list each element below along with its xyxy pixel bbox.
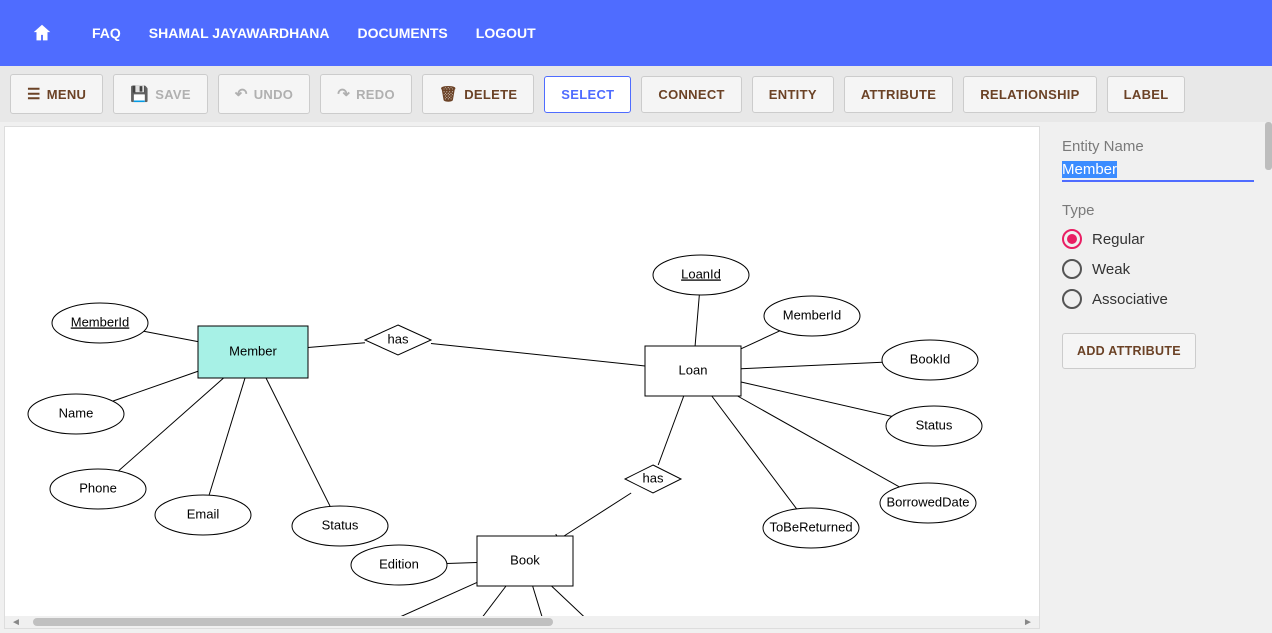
radio-icon — [1062, 289, 1082, 309]
attribute-label: MemberId — [71, 314, 130, 329]
undo-icon: ↶ — [235, 85, 248, 103]
entity-name-input[interactable]: Member — [1062, 159, 1254, 182]
scroll-track[interactable] — [23, 616, 1021, 628]
entity-name-value: Member — [1062, 161, 1117, 178]
attribute-label: Edition — [379, 556, 419, 571]
attribute-connector — [738, 396, 900, 487]
scroll-left-arrow[interactable]: ◄ — [9, 617, 23, 628]
save-button: 💾 SAVE — [113, 74, 208, 114]
type-option-regular[interactable]: Regular — [1062, 229, 1254, 249]
attribute-label: BookId — [910, 351, 950, 366]
label-tool-button[interactable]: LABEL — [1107, 76, 1186, 113]
redo-button: ↷ REDO — [320, 74, 412, 114]
home-icon — [31, 22, 53, 44]
trash-icon: 🗑 — [439, 85, 458, 103]
type-option-associative[interactable]: Associative — [1062, 289, 1254, 309]
diagram-canvas[interactable]: Member Loan Book has has MemberId Name Phone Ema… — [4, 126, 1040, 629]
entity-label: Member — [229, 343, 277, 358]
horizontal-scrollbar[interactable]: ◄ ► — [5, 616, 1039, 628]
attribute-label: Phone — [79, 480, 117, 495]
attribute-connector — [118, 378, 223, 471]
attribute-connector — [144, 331, 198, 341]
radio-icon — [1062, 229, 1082, 249]
relationship-connector — [658, 396, 684, 465]
delete-button[interactable]: 🗑 DELETE — [422, 74, 534, 114]
toolbar: ☰ MENU 💾 SAVE ↶ UNDO ↷ REDO 🗑 DELETE SELECT C… — [0, 66, 1272, 122]
type-option-weak[interactable]: Weak — [1062, 259, 1254, 279]
scroll-thumb[interactable] — [33, 618, 553, 626]
type-label: Type — [1062, 202, 1254, 219]
attribute-connector — [447, 563, 477, 564]
relationship-connector — [431, 343, 645, 365]
save-icon: 💾 — [130, 85, 149, 103]
nav-link-user[interactable]: SHAMAL JAYAWARDHANA — [149, 25, 330, 41]
nav-link-faq[interactable]: FAQ — [92, 25, 121, 41]
delete-label: DELETE — [464, 87, 517, 102]
label-label: LABEL — [1124, 87, 1169, 102]
redo-icon: ↷ — [337, 85, 350, 103]
connect-label: CONNECT — [658, 87, 724, 102]
save-label: SAVE — [155, 87, 191, 102]
attribute-connector — [266, 378, 330, 506]
type-option-label: Regular — [1092, 231, 1145, 248]
attribute-connector — [113, 371, 198, 401]
relationship-label: has — [388, 331, 409, 346]
attribute-connector — [695, 295, 699, 346]
main-area: Member Loan Book has has MemberId Name Phone Ema… — [0, 122, 1272, 633]
attribute-label: Status — [322, 517, 359, 532]
attribute-connector — [209, 378, 245, 495]
entity-name-label: Entity Name — [1062, 138, 1254, 155]
home-button[interactable] — [20, 11, 64, 55]
attribute-label: MemberId — [783, 307, 842, 322]
nav-link-logout[interactable]: LOGOUT — [476, 25, 536, 41]
top-nav: FAQ SHAMAL JAYAWARDHANA DOCUMENTS LOGOUT — [0, 0, 1272, 66]
undo-button: ↶ UNDO — [218, 74, 310, 114]
select-tool-button[interactable]: SELECT — [544, 76, 631, 113]
relationship-tool-button[interactable]: RELATIONSHIP — [963, 76, 1096, 113]
menu-icon: ☰ — [27, 85, 41, 103]
nav-link-documents[interactable]: DOCUMENTS — [358, 25, 448, 41]
undo-label: UNDO — [254, 87, 293, 102]
attribute-label: Email — [187, 506, 220, 521]
menu-label: MENU — [47, 87, 86, 102]
er-diagram-svg: Member Loan Book has has MemberId Name Phone Ema… — [5, 127, 1035, 629]
properties-panel: Entity Name Member Type Regular Weak Ass… — [1044, 122, 1272, 633]
relationship-label: RELATIONSHIP — [980, 87, 1079, 102]
attribute-connector — [741, 362, 882, 369]
attribute-label: Status — [916, 417, 953, 432]
radio-icon — [1062, 259, 1082, 279]
attribute-connector — [712, 396, 797, 509]
add-attribute-button[interactable]: ADD ATTRIBUTE — [1062, 333, 1196, 369]
redo-label: REDO — [356, 87, 395, 102]
attribute-label: LoanId — [681, 266, 721, 281]
menu-button[interactable]: ☰ MENU — [10, 74, 103, 114]
attribute-connector — [741, 331, 780, 349]
entity-tool-button[interactable]: ENTITY — [752, 76, 834, 113]
relationship-connector — [308, 343, 365, 348]
entity-label: Loan — [679, 362, 708, 377]
attribute-label: ATTRIBUTE — [861, 87, 936, 102]
relationship-label: has — [643, 470, 664, 485]
type-option-label: Weak — [1092, 261, 1130, 278]
scroll-right-arrow[interactable]: ► — [1021, 617, 1035, 628]
attribute-tool-button[interactable]: ATTRIBUTE — [844, 76, 953, 113]
attribute-label: Name — [59, 405, 94, 420]
entity-label: ENTITY — [769, 87, 817, 102]
panel-scroll-thumb[interactable] — [1265, 122, 1272, 170]
connect-tool-button[interactable]: CONNECT — [641, 76, 741, 113]
type-option-label: Associative — [1092, 291, 1168, 308]
entity-label: Book — [510, 552, 540, 567]
select-label: SELECT — [561, 87, 614, 102]
relationship-connector — [564, 493, 631, 536]
attribute-label: ToBeReturned — [769, 519, 852, 534]
attribute-label: BorrowedDate — [886, 494, 969, 509]
